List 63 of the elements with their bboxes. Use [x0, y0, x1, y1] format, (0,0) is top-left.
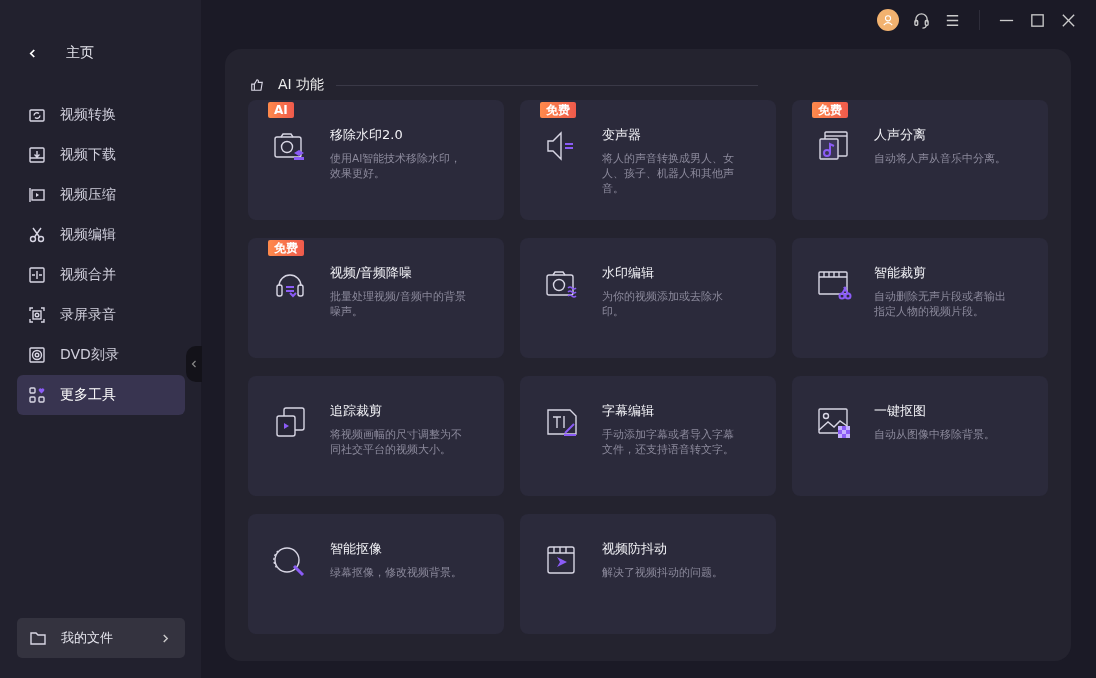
- tool-card[interactable]: 一键抠图 自动从图像中移除背景。: [792, 376, 1048, 496]
- sidebar-item[interactable]: 视频合并: [17, 255, 185, 295]
- tool-card[interactable]: 智能抠像 绿幕抠像，修改视频背景。: [248, 514, 504, 634]
- headset-icon[interactable]: [913, 11, 930, 29]
- merge-icon: [28, 266, 46, 284]
- chevron-right-icon: [162, 633, 169, 643]
- tool-description: 将人的声音转换成男人、女人、孩子、机器人和其他声音。: [602, 151, 735, 196]
- tag-label: AI: [268, 102, 294, 118]
- sidebar-item[interactable]: 视频下载: [17, 135, 185, 175]
- tool-description: 自动从图像中移除背景。: [874, 427, 996, 442]
- scissors-icon: [28, 226, 46, 244]
- record-icon: [28, 306, 46, 324]
- tool-description: 手动添加字幕或者导入字幕文件，还支持语音转文字。: [602, 427, 735, 457]
- tool-title: 视频防抖动: [602, 540, 668, 558]
- maximize-icon[interactable]: [1029, 11, 1046, 29]
- section-title: AI 功能: [278, 76, 325, 94]
- convert-icon: [28, 106, 46, 124]
- tool-card[interactable]: 视频防抖动 解决了视频抖动的问题。: [520, 514, 776, 634]
- tool-title: 变声器: [602, 126, 642, 144]
- tool-title: 视频/音频降噪: [330, 264, 414, 282]
- home-back-link[interactable]: 主页: [17, 43, 94, 63]
- tool-description: 自动删除无声片段或者输出指定人物的视频片段。: [874, 289, 1007, 319]
- sidebar-item[interactable]: 更多工具: [17, 375, 185, 415]
- collapse-handle[interactable]: [186, 346, 202, 382]
- tag-label: 免费: [540, 102, 576, 118]
- tag-label: 免费: [268, 240, 304, 256]
- tool-card[interactable]: AI 移除水印2.0 使用AI智能技术移除水印，效果更好。: [248, 100, 504, 220]
- tool-title: 追踪裁剪: [330, 402, 383, 420]
- tool-title: 智能抠像: [330, 540, 383, 558]
- download-icon: [28, 146, 46, 164]
- tool-card[interactable]: 免费 变声器 将人的声音转换成男人、女人、孩子、机器人和其他声音。: [520, 100, 776, 220]
- avatar-icon[interactable]: [877, 9, 899, 31]
- sidebar-item[interactable]: DVD刻录: [17, 335, 185, 375]
- tool-card[interactable]: 追踪裁剪 将视频画幅的尺寸调整为不同社交平台的视频大小。: [248, 376, 504, 496]
- tool-description: 解决了视频抖动的问题。: [602, 565, 724, 580]
- tool-card[interactable]: 免费 视频/音频降噪 批量处理视频/音频中的背景噪声。: [248, 238, 504, 358]
- tool-card[interactable]: 免费 人声分离 自动将人声从音乐中分离。: [792, 100, 1048, 220]
- tool-title: 水印编辑: [602, 264, 655, 282]
- my-files-button[interactable]: 我的文件: [17, 618, 185, 658]
- grid-icon: [28, 386, 46, 404]
- tool-description: 将视频画幅的尺寸调整为不同社交平台的视频大小。: [330, 427, 463, 457]
- tool-title: 移除水印2.0: [330, 126, 404, 144]
- tool-card[interactable]: 智能裁剪 自动删除无声片段或者输出指定人物的视频片段。: [792, 238, 1048, 358]
- tool-description: 批量处理视频/音频中的背景噪声。: [330, 289, 467, 319]
- tool-card[interactable]: 字幕编辑 手动添加字幕或者导入字幕文件，还支持语音转文字。: [520, 376, 776, 496]
- sidebar-item[interactable]: 视频转换: [17, 95, 185, 135]
- tool-card[interactable]: 水印编辑 为你的视频添加或去除水印。: [520, 238, 776, 358]
- disc-icon: [28, 346, 46, 364]
- tool-description: 使用AI智能技术移除水印，效果更好。: [330, 151, 463, 181]
- tool-title: 字幕编辑: [602, 402, 655, 420]
- tool-description: 自动将人声从音乐中分离。: [874, 151, 1007, 166]
- compress-icon: [28, 186, 46, 204]
- tool-description: 绿幕抠像，修改视频背景。: [330, 565, 463, 580]
- tool-title: 智能裁剪: [874, 264, 927, 282]
- thumbs-up-icon: [250, 78, 264, 92]
- tool-description: 为你的视频添加或去除水印。: [602, 289, 724, 319]
- sidebar-item[interactable]: 视频编辑: [17, 215, 185, 255]
- folder-icon: [29, 629, 47, 647]
- sidebar-item[interactable]: 视频压缩: [17, 175, 185, 215]
- sidebar-item[interactable]: 录屏录音: [17, 295, 185, 335]
- tag-label: 免费: [812, 102, 848, 118]
- tool-title: 人声分离: [874, 126, 927, 144]
- tool-title: 一键抠图: [874, 402, 927, 420]
